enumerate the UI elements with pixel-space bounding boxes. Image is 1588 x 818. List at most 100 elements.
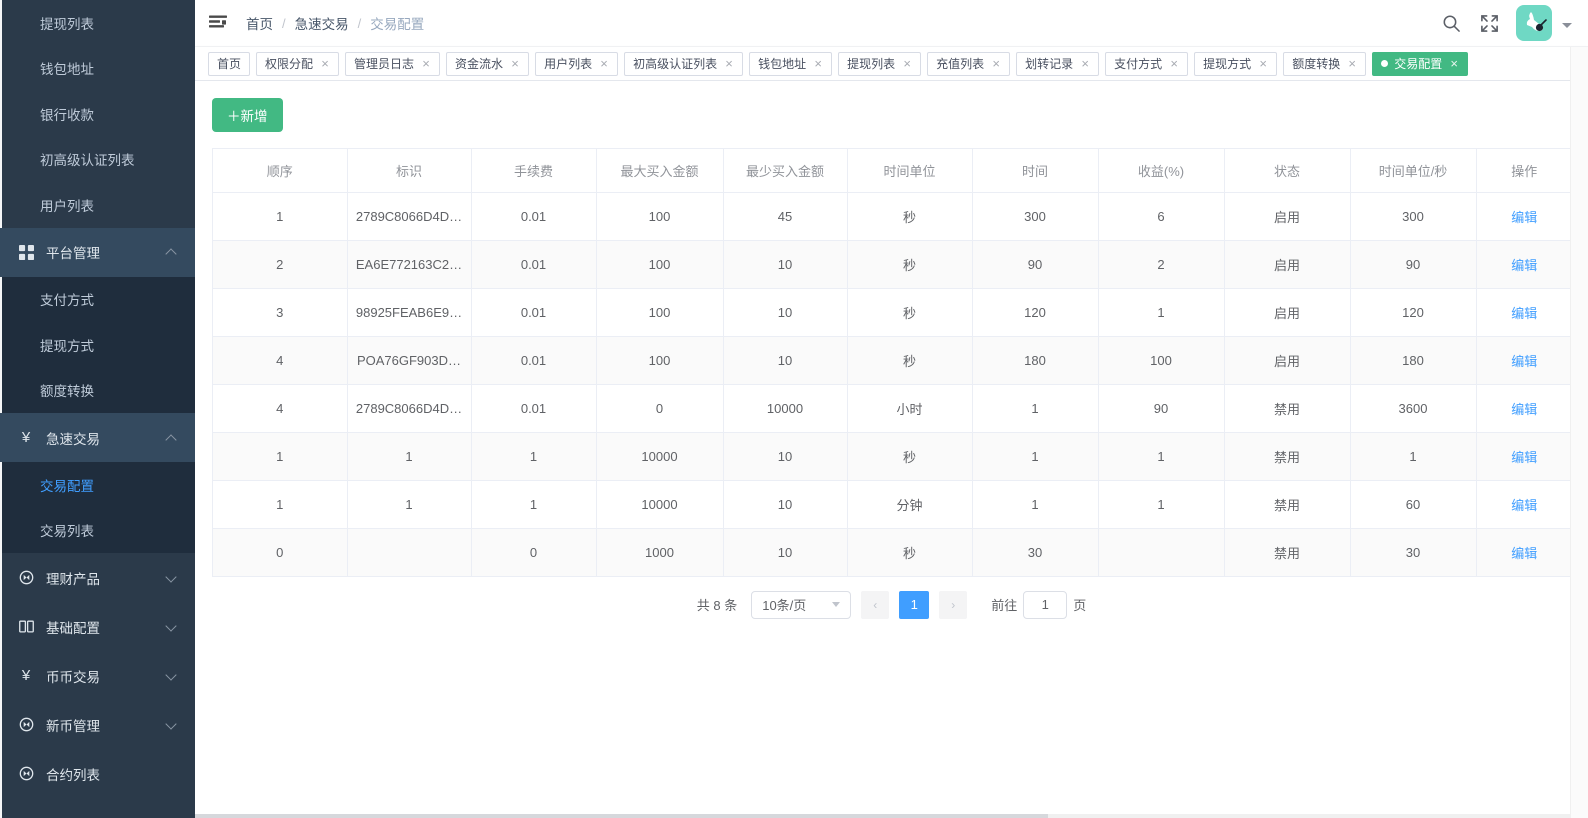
tab-payment-method[interactable]: 支付方式 ×: [1105, 51, 1189, 76]
edit-link[interactable]: 编辑: [1511, 258, 1537, 273]
page-number-1[interactable]: 1: [899, 590, 930, 619]
page-size-select[interactable]: 10条/页: [751, 590, 852, 619]
time-unit-cell: 分钟: [847, 480, 973, 529]
close-icon[interactable]: ×: [510, 57, 520, 70]
sidebar-group-label: 急速交易: [46, 431, 100, 447]
edit-link[interactable]: 编辑: [1511, 498, 1537, 513]
next-page-button[interactable]: ›: [939, 590, 968, 619]
horizontal-scrollbar[interactable]: [195, 814, 1570, 818]
tab-admin-log[interactable]: 管理员日志 ×: [345, 51, 441, 76]
caret-down-icon[interactable]: [1562, 22, 1572, 28]
sidebar-item-label: 提现方式: [40, 338, 94, 354]
close-icon[interactable]: ×: [421, 57, 431, 70]
close-icon[interactable]: ×: [1347, 57, 1357, 70]
min-buy-cell: 45: [723, 192, 848, 241]
sidebar-group-wealth-products[interactable]: 理财产品: [0, 553, 195, 602]
column-header-min-buy: 最少买入金额: [723, 149, 848, 193]
ident-cell: [347, 528, 472, 577]
jump-page-input[interactable]: [1023, 590, 1068, 619]
config-table: 顺序 标识 手续费 最大买入金额 最少买入金额 时间单位 时间 收益(%) 状态…: [212, 148, 1572, 577]
sidebar-item-withdraw-list[interactable]: 提现列表: [0, 0, 195, 46]
tab-withdraw-list[interactable]: 提现列表 ×: [838, 51, 922, 76]
user-avatar[interactable]: [1516, 5, 1552, 41]
tab-label: 初高级认证列表: [633, 57, 718, 71]
sidebar-item-label: 用户列表: [40, 198, 94, 214]
breadcrumb-item-home[interactable]: 首页: [246, 13, 273, 33]
sidebar-item-label: 交易配置: [40, 478, 94, 494]
sidebar-item-trade-config[interactable]: 交易配置: [0, 462, 195, 508]
search-icon[interactable]: [1440, 12, 1462, 34]
chevron-up-icon: [165, 248, 177, 260]
profit-cell: 2: [1098, 240, 1225, 289]
sidebar-item-bank-receipt[interactable]: 银行收款: [0, 91, 195, 137]
order-cell: 1: [213, 192, 348, 241]
time-unit-cell: 秒: [847, 336, 973, 385]
tab-user-list[interactable]: 用户列表 ×: [535, 51, 619, 76]
edit-link[interactable]: 编辑: [1511, 354, 1537, 369]
close-icon[interactable]: ×: [724, 57, 734, 70]
tab-wallet-address[interactable]: 钱包地址 ×: [749, 51, 833, 76]
tab-permission[interactable]: 权限分配 ×: [256, 51, 340, 76]
edit-link[interactable]: 编辑: [1511, 402, 1537, 417]
time-cell: 1: [972, 432, 1099, 481]
fee-cell: 1: [471, 480, 597, 529]
close-icon[interactable]: ×: [1449, 57, 1459, 70]
tab-kyc-list[interactable]: 初高级认证列表 ×: [624, 51, 744, 76]
action-cell: 编辑: [1476, 432, 1572, 481]
prev-page-button[interactable]: ‹: [861, 590, 890, 619]
sidebar-item-trade-list[interactable]: 交易列表: [0, 507, 195, 553]
close-icon[interactable]: ×: [1080, 57, 1090, 70]
tab-transfer-record[interactable]: 划转记录 ×: [1016, 51, 1100, 76]
yen-icon: ¥: [21, 429, 31, 446]
sidebar-item-quota-exchange[interactable]: 额度转换: [0, 367, 195, 413]
sidebar-item-wallet-address[interactable]: 钱包地址: [0, 45, 195, 91]
tab-quota-exchange[interactable]: 额度转换 ×: [1283, 51, 1367, 76]
add-button[interactable]: ＋新增: [212, 98, 283, 132]
sidebar-item-payment-method[interactable]: 支付方式: [0, 276, 195, 322]
close-icon[interactable]: ×: [991, 57, 1001, 70]
sidebar-item-label: 初高级认证列表: [40, 153, 135, 169]
close-icon[interactable]: ×: [813, 57, 823, 70]
fullscreen-icon[interactable]: [1478, 12, 1500, 34]
action-cell: 编辑: [1476, 384, 1572, 433]
order-cell: 2: [213, 240, 348, 289]
sidebar-group-coin-trade[interactable]: ¥ 币币交易: [0, 651, 195, 700]
sidebar-group-basic-config[interactable]: 基础配置: [0, 602, 195, 651]
time-cell: 1: [972, 480, 1099, 529]
sidebar: 提现列表 钱包地址 银行收款 初高级认证列表 用户列表 平台管理 支付方式 提现…: [0, 0, 195, 818]
column-header-order: 顺序: [213, 149, 348, 193]
tab-recharge-list[interactable]: 充值列表 ×: [927, 51, 1011, 76]
sidebar-item-withdraw-method[interactable]: 提现方式: [0, 322, 195, 368]
close-icon[interactable]: ×: [599, 57, 609, 70]
tab-home[interactable]: 首页: [208, 51, 251, 76]
close-icon[interactable]: ×: [1258, 57, 1268, 70]
tab-label: 提现列表: [847, 57, 896, 71]
fee-cell: 0.01: [471, 192, 597, 241]
sidebar-item-kyc-list[interactable]: 初高级认证列表: [0, 136, 195, 182]
sidebar-group-fast-trade[interactable]: ¥ 急速交易: [0, 413, 195, 462]
min-buy-cell: 10: [723, 480, 848, 529]
sidebar-group-platform[interactable]: 平台管理: [0, 227, 195, 277]
chevron-down-icon: [165, 668, 177, 681]
sidebar-group-contract-list[interactable]: 合约列表: [0, 749, 195, 798]
breadcrumb-item-fast-trade[interactable]: 急速交易: [295, 13, 349, 33]
tab-fund-flow[interactable]: 资金流水 ×: [446, 51, 530, 76]
tab-withdraw-method[interactable]: 提现方式 ×: [1194, 51, 1278, 76]
sidebar-item-user-list[interactable]: 用户列表: [0, 182, 195, 228]
menu-collapse-icon[interactable]: [208, 13, 228, 33]
sidebar-group-new-coin[interactable]: 新币管理: [0, 700, 195, 749]
time-unit-sec-cell: 30: [1350, 528, 1477, 577]
close-icon[interactable]: ×: [320, 57, 330, 70]
edit-link[interactable]: 编辑: [1511, 450, 1537, 465]
column-header-time: 时间: [972, 149, 1099, 193]
close-icon[interactable]: ×: [1169, 57, 1179, 70]
edit-link[interactable]: 编辑: [1511, 210, 1537, 225]
pagination-total: 共 8 条: [696, 598, 738, 613]
time-unit-cell: 秒: [847, 240, 973, 289]
edit-link[interactable]: 编辑: [1511, 546, 1537, 561]
tab-label: 支付方式: [1114, 57, 1163, 71]
edit-link[interactable]: 编辑: [1511, 306, 1537, 321]
close-icon[interactable]: ×: [902, 57, 912, 70]
pagination: 共 8 条 10条/页 ‹ 1 › 前往 页: [212, 577, 1571, 633]
tab-trade-config[interactable]: 交易配置 ×: [1372, 51, 1469, 76]
